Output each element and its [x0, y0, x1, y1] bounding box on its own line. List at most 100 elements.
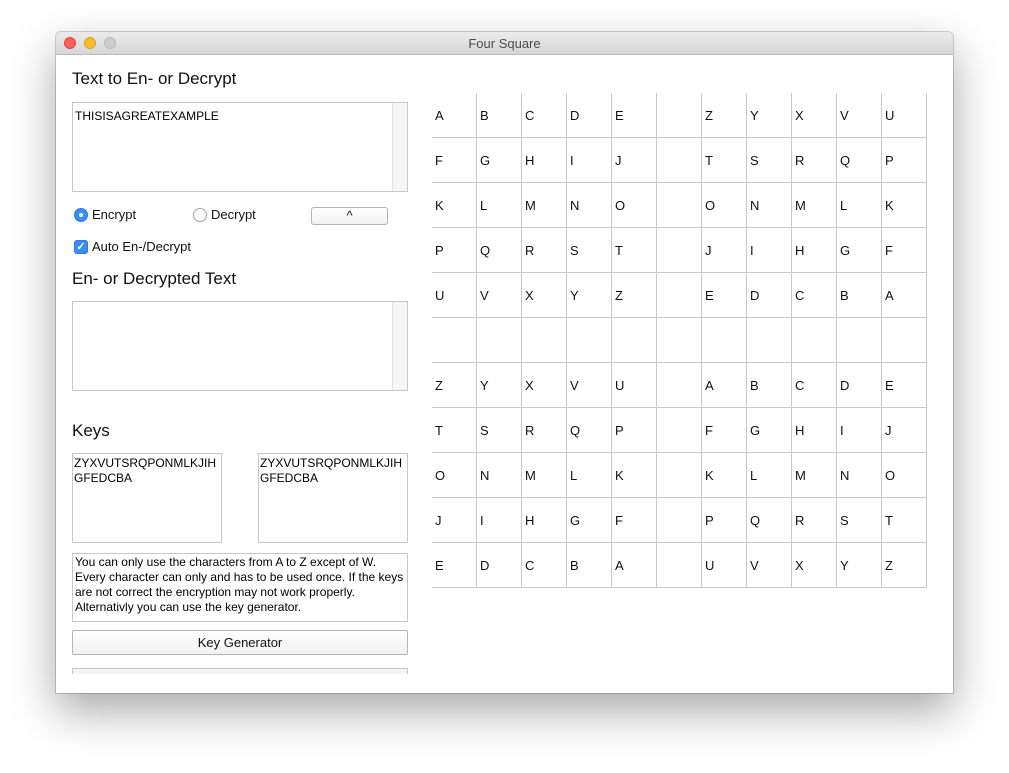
grid-cell: M — [522, 453, 567, 498]
auto-crypt-checkbox[interactable]: ✓ — [74, 240, 88, 254]
grid-cell: F — [882, 228, 927, 273]
grid-cell: Z — [882, 543, 927, 588]
grid-cell: N — [567, 183, 612, 228]
grid-cell: J — [882, 408, 927, 453]
grid-cell: J — [432, 498, 477, 543]
grid-cell: I — [837, 408, 882, 453]
grid-cell — [657, 228, 702, 273]
grid-cell: U — [882, 93, 927, 138]
encrypt-radio[interactable] — [74, 208, 88, 222]
grid-cell: H — [792, 228, 837, 273]
grid-cell: V — [837, 93, 882, 138]
grid-cell: P — [432, 228, 477, 273]
grid-cell — [747, 318, 792, 363]
grid-cell: E — [432, 543, 477, 588]
grid-cell: G — [747, 408, 792, 453]
partial-button-edge[interactable] — [72, 668, 408, 674]
grid-cell: T — [702, 138, 747, 183]
grid-cell — [702, 318, 747, 363]
grid-cell: G — [567, 498, 612, 543]
grid-cell: Q — [837, 138, 882, 183]
grid-cell — [657, 543, 702, 588]
grid-cell: Y — [747, 93, 792, 138]
grid-cell: H — [522, 138, 567, 183]
grid-cell: V — [477, 273, 522, 318]
grid-cell: L — [747, 453, 792, 498]
grid-cell — [657, 138, 702, 183]
grid-cell: C — [522, 543, 567, 588]
grid-cell: T — [882, 498, 927, 543]
grid-cell: R — [522, 408, 567, 453]
input-textarea[interactable]: THISISAGREATEXAMPLE — [72, 102, 408, 192]
auto-crypt-label: Auto En-/Decrypt — [92, 239, 191, 254]
grid-cell: U — [432, 273, 477, 318]
swap-text-button[interactable]: ^ — [311, 207, 388, 225]
grid-cell: I — [747, 228, 792, 273]
grid-cell: L — [837, 183, 882, 228]
grid-cell: O — [702, 183, 747, 228]
grid-cell: D — [747, 273, 792, 318]
grid-cell — [792, 318, 837, 363]
key-rules-info: You can only use the characters from A t… — [72, 553, 408, 622]
four-square-grid: ABCDEZYXVUFGHIJTSRQPKLMNOONMLKPQRSTJIHGF… — [432, 93, 927, 588]
window-title: Four Square — [468, 36, 541, 51]
key1-textarea[interactable]: ZYXVUTSRQPONMLKJIHGFEDCBA — [72, 453, 222, 543]
grid-cell: Y — [477, 363, 522, 408]
grid-cell: T — [432, 408, 477, 453]
grid-cell: U — [612, 363, 657, 408]
grid-cell: S — [837, 498, 882, 543]
grid-cell: B — [747, 363, 792, 408]
app-window: Four Square Text to En- or Decrypt THISI… — [56, 32, 953, 693]
grid-cell: B — [477, 93, 522, 138]
grid-cell: A — [432, 93, 477, 138]
grid-cell: E — [882, 363, 927, 408]
grid-cell: X — [792, 543, 837, 588]
grid-cell: B — [837, 273, 882, 318]
grid-cell: K — [612, 453, 657, 498]
output-scrollbar[interactable] — [392, 302, 407, 390]
input-scrollbar[interactable] — [392, 103, 407, 191]
input-heading: Text to En- or Decrypt — [72, 69, 237, 88]
grid-cell — [477, 318, 522, 363]
main-content: Text to En- or Decrypt THISISAGREATEXAMP… — [56, 55, 953, 693]
grid-cell: D — [567, 93, 612, 138]
grid-cell: A — [612, 543, 657, 588]
grid-cell: O — [612, 183, 657, 228]
key2-textarea[interactable]: ZYXVUTSRQPONMLKJIHGFEDCBA — [258, 453, 408, 543]
decrypt-radio[interactable] — [193, 208, 207, 222]
grid-cell: X — [792, 93, 837, 138]
grid-cell: T — [612, 228, 657, 273]
grid-cell: V — [747, 543, 792, 588]
grid-cell: U — [702, 543, 747, 588]
grid-cell — [522, 318, 567, 363]
grid-cell: Z — [702, 93, 747, 138]
key-generator-button[interactable]: Key Generator — [72, 630, 408, 655]
grid-cell: N — [747, 183, 792, 228]
grid-cell: E — [702, 273, 747, 318]
grid-cell: M — [792, 183, 837, 228]
grid-cell — [657, 183, 702, 228]
grid-cell: Z — [432, 363, 477, 408]
grid-cell: K — [882, 183, 927, 228]
grid-cell: F — [432, 138, 477, 183]
grid-cell: Z — [612, 273, 657, 318]
grid-cell — [657, 408, 702, 453]
output-textarea[interactable] — [72, 301, 408, 391]
grid-cell — [657, 363, 702, 408]
grid-cell — [432, 318, 477, 363]
grid-cell: N — [477, 453, 522, 498]
decrypt-label: Decrypt — [211, 207, 256, 222]
grid-cell: F — [702, 408, 747, 453]
grid-cell — [657, 318, 702, 363]
grid-cell: J — [612, 138, 657, 183]
grid-cell: F — [612, 498, 657, 543]
grid-cell: D — [837, 363, 882, 408]
grid-cell: C — [792, 273, 837, 318]
grid-cell: H — [792, 408, 837, 453]
grid-cell: G — [477, 138, 522, 183]
grid-cell: D — [477, 543, 522, 588]
grid-cell: Q — [477, 228, 522, 273]
grid-cell — [567, 318, 612, 363]
grid-cell: R — [792, 138, 837, 183]
grid-cell: Y — [837, 543, 882, 588]
